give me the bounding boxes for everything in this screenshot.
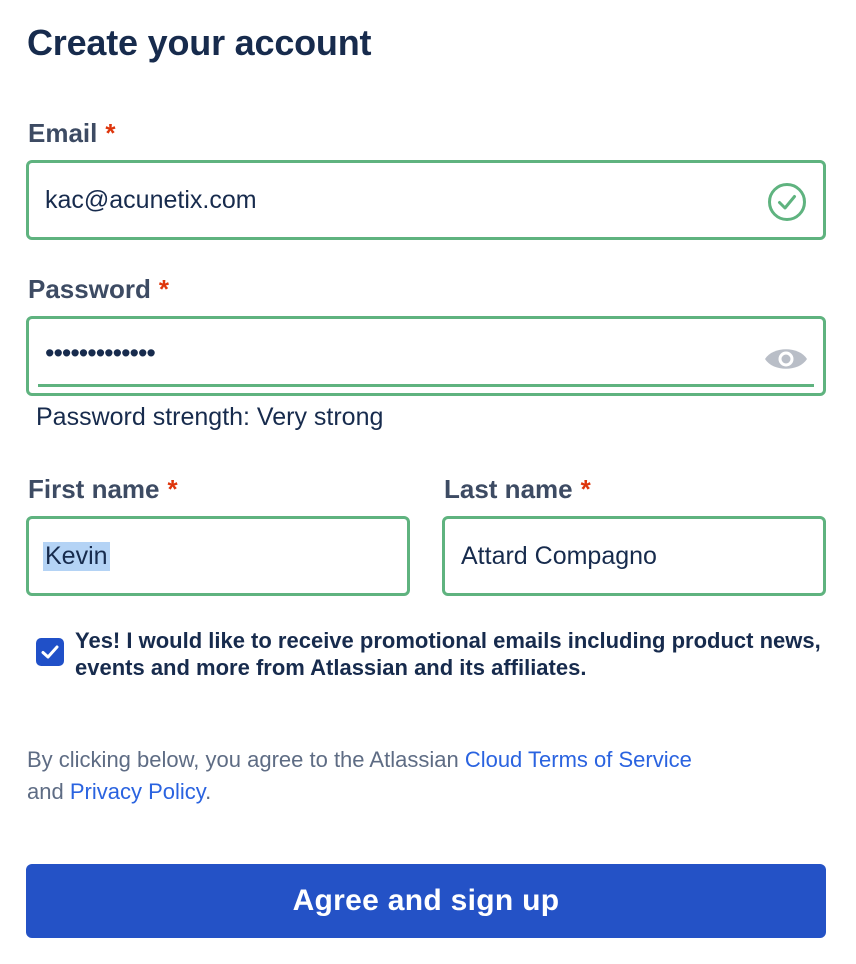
password-label: Password * xyxy=(28,274,169,305)
privacy-policy-link[interactable]: Privacy Policy xyxy=(70,779,205,804)
check-circle-icon xyxy=(767,182,807,222)
legal-middle: and xyxy=(27,779,70,804)
required-marker: * xyxy=(158,274,169,304)
password-field[interactable]: ••••••••••••• xyxy=(26,316,826,396)
marketing-consent-text[interactable]: Yes! I would like to receive promotional… xyxy=(75,627,835,681)
required-marker: * xyxy=(580,474,591,504)
required-marker: * xyxy=(105,118,116,148)
legal-notice: By clicking below, you agree to the Atla… xyxy=(27,744,827,808)
first-name-label: First name * xyxy=(28,474,178,505)
email-field[interactable]: kac@acunetix.com xyxy=(26,160,826,240)
last-name-label-text: Last name xyxy=(444,474,573,504)
email-label: Email * xyxy=(28,118,116,149)
legal-suffix: . xyxy=(205,779,212,804)
first-name-value: Kevin xyxy=(43,542,110,571)
legal-prefix: By clicking below, you agree to the Atla… xyxy=(27,747,465,772)
terms-of-service-link[interactable]: Cloud Terms of Service xyxy=(465,747,692,772)
checkmark-icon xyxy=(40,643,60,661)
last-name-label: Last name * xyxy=(444,474,591,505)
password-strength-bar xyxy=(38,384,814,387)
last-name-field[interactable]: Attard Compagno xyxy=(442,516,826,596)
required-marker: * xyxy=(167,474,178,504)
marketing-consent-checkbox[interactable] xyxy=(36,638,64,666)
first-name-label-text: First name xyxy=(28,474,160,504)
email-label-text: Email xyxy=(28,118,98,148)
eye-icon[interactable] xyxy=(763,344,809,374)
password-value: ••••••••••••• xyxy=(45,338,156,368)
page-title: Create your account xyxy=(27,22,372,63)
agree-and-sign-up-button[interactable]: Agree and sign up xyxy=(26,864,826,938)
email-value: kac@acunetix.com xyxy=(45,186,257,214)
first-name-field[interactable]: Kevin xyxy=(26,516,410,596)
last-name-value: Attard Compagno xyxy=(461,542,657,570)
password-label-text: Password xyxy=(28,274,151,304)
password-strength-text: Password strength: Very strong xyxy=(36,403,384,431)
